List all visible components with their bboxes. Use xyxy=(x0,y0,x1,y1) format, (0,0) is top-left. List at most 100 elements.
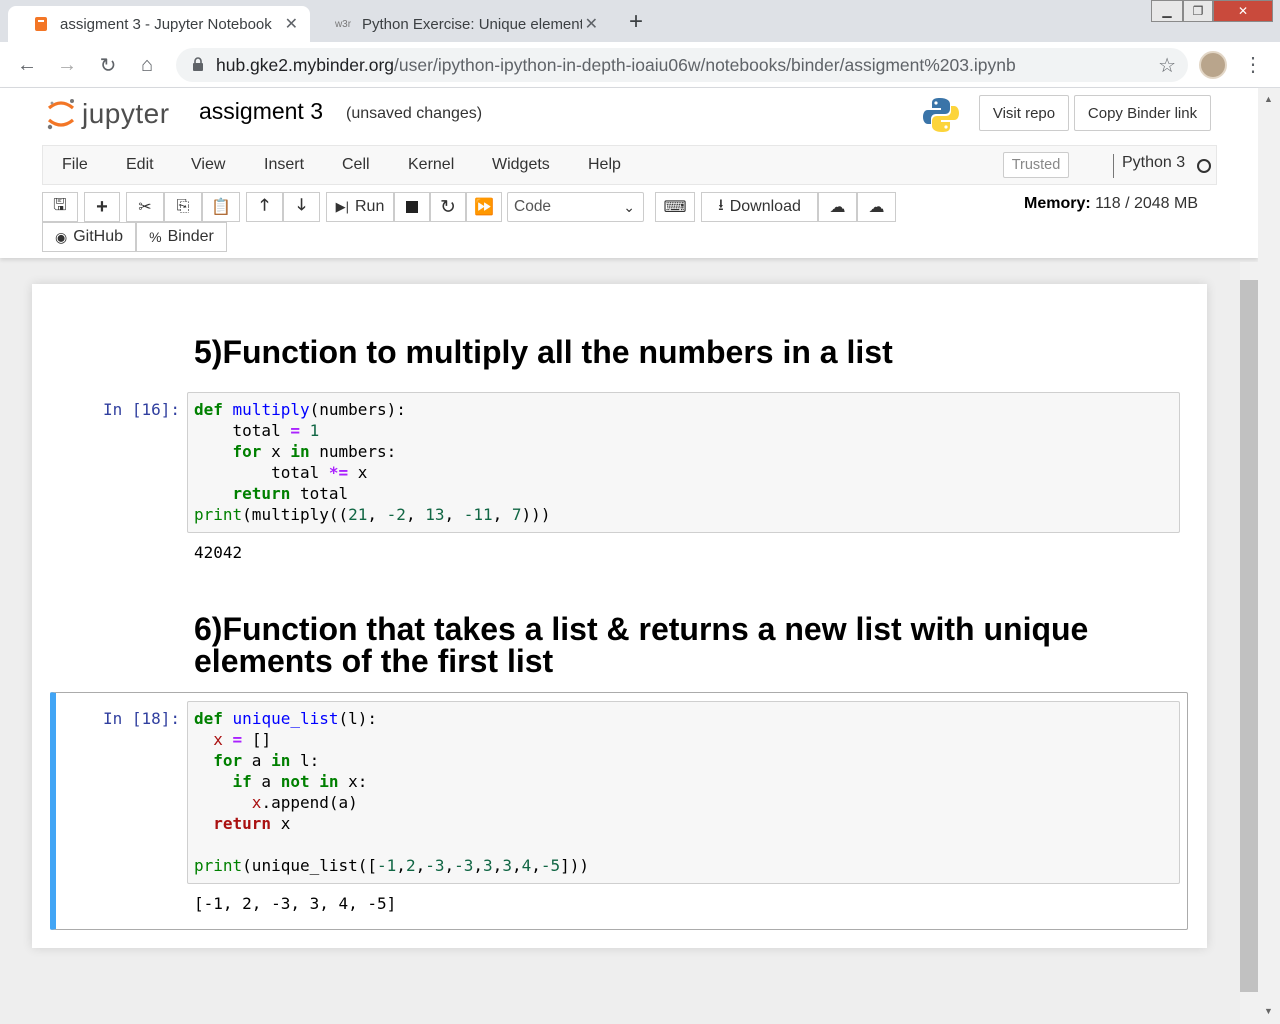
heading-line: elements of the first list xyxy=(194,643,554,679)
cloud-download-icon: ☁ xyxy=(829,199,846,216)
logo-text: jupyter xyxy=(82,98,170,129)
window-scrollbar[interactable]: ▲ ▼ xyxy=(1258,88,1280,1024)
tab-title: assigment 3 - Jupyter Notebook xyxy=(60,15,272,33)
download-icon: ⭳ xyxy=(718,196,724,214)
github-button[interactable]: ◉ GitHub xyxy=(42,222,136,252)
url-host: hub.gke2.mybinder.org xyxy=(216,54,395,75)
forward-icon[interactable]: → xyxy=(54,52,80,78)
code-text: def multiply(numbers): total = 1 for x i… xyxy=(194,400,551,524)
menu-view[interactable]: View xyxy=(191,156,225,174)
jupyter-logo-icon xyxy=(46,96,76,132)
tab-w3resource[interactable]: w3r Python Exercise: Unique element ✕ xyxy=(310,6,610,42)
binder-button[interactable]: % Binder xyxy=(136,222,227,252)
w3r-favicon-icon: w3r xyxy=(334,18,352,30)
tab-jupyter[interactable]: assigment 3 - Jupyter Notebook ✕ xyxy=(8,6,310,42)
move-down-button[interactable]: 🡓 xyxy=(283,192,320,222)
menu-cell[interactable]: Cell xyxy=(342,156,370,174)
input-prompt: In [18]: xyxy=(103,709,181,728)
menubar: File Edit View Insert Cell Kernel Widget… xyxy=(42,145,1217,185)
step-forward-icon: ▶︎| xyxy=(335,199,349,214)
minimize-button[interactable]: ▁ xyxy=(1151,0,1183,22)
lock-icon xyxy=(193,57,203,71)
save-icon: 🖫 xyxy=(53,196,67,214)
scissors-icon: ✂ xyxy=(138,199,152,216)
url-path: /user/ipython-ipython-in-depth-ioaiu06w/… xyxy=(394,54,1016,75)
code-input[interactable]: def unique_list(l): x = [] for a in l: i… xyxy=(187,701,1180,884)
tab-title: Python Exercise: Unique element xyxy=(362,15,582,33)
profile-avatar[interactable] xyxy=(1199,51,1227,79)
cut-button[interactable]: ✂ xyxy=(126,192,164,222)
menu-widgets[interactable]: Widgets xyxy=(492,156,550,174)
kernel-name[interactable]: Python 3 xyxy=(1113,154,1185,178)
stop-icon xyxy=(406,201,418,213)
arrow-up-icon: 🡑 xyxy=(260,196,269,214)
copy-icon: ⎘ xyxy=(176,198,190,215)
restart-icon: ↻ xyxy=(440,196,456,218)
copy-button[interactable]: ⎘ xyxy=(164,192,202,222)
arrow-down-icon: 🡓 xyxy=(297,196,306,214)
trusted-indicator[interactable]: Trusted xyxy=(1003,152,1069,178)
command-palette-button[interactable]: ⌨ xyxy=(655,192,695,222)
memory-label: Memory: xyxy=(1024,195,1091,212)
cell-type-value: Code xyxy=(514,198,552,215)
close-icon[interactable]: ✕ xyxy=(285,14,298,34)
browser-tabstrip: assigment 3 - Jupyter Notebook ✕ w3r Pyt… xyxy=(0,0,1280,42)
input-prompt: In [16]: xyxy=(103,400,181,419)
address-bar: ← → ↻ ⌂ hub.gke2.mybinder.org/user/ipyth… xyxy=(0,42,1280,88)
bookmark-star-icon[interactable]: ☆ xyxy=(1158,53,1176,78)
cell-type-select[interactable]: Code ⌄ xyxy=(507,192,644,222)
github-label: GitHub xyxy=(73,228,123,245)
paste-icon: 📋 xyxy=(211,199,231,216)
download-label: Download xyxy=(729,198,801,215)
link-icon: % xyxy=(149,229,162,245)
code-input[interactable]: def multiply(numbers): total = 1 for x i… xyxy=(187,392,1180,533)
close-icon[interactable]: ✕ xyxy=(585,14,598,34)
scroll-down-icon[interactable]: ▼ xyxy=(1264,1006,1273,1016)
menu-file[interactable]: File xyxy=(62,156,88,174)
menu-edit[interactable]: Edit xyxy=(126,156,154,174)
cloud-download-button[interactable]: ☁ xyxy=(818,192,857,222)
menu-kebab-icon[interactable]: ⋮ xyxy=(1243,52,1263,78)
scroll-up-icon[interactable]: ▲ xyxy=(1264,94,1273,104)
markdown-heading[interactable]: 6)Function that takes a list & returns a… xyxy=(194,613,1088,677)
download-button[interactable]: ⭳ Download xyxy=(701,192,818,222)
save-status: (unsaved changes) xyxy=(346,105,483,122)
paste-button[interactable]: 📋 xyxy=(202,192,240,222)
back-icon[interactable]: ← xyxy=(14,52,40,78)
save-button[interactable]: 🖫 xyxy=(42,192,78,222)
cloud-upload-button[interactable]: ☁ xyxy=(857,192,896,222)
run-label: Run xyxy=(355,198,385,215)
heading-line: 6)Function that takes a list & returns a… xyxy=(194,611,1089,647)
run-button[interactable]: ▶︎| Run xyxy=(326,192,394,222)
jupyter-header: jupyter assigment 3 (unsaved changes) Vi… xyxy=(0,88,1258,258)
cloud-upload-icon: ☁ xyxy=(868,199,885,216)
interrupt-button[interactable] xyxy=(394,192,430,222)
visit-repo-button[interactable]: Visit repo xyxy=(979,95,1069,131)
maximize-button[interactable]: ❐ xyxy=(1183,0,1213,22)
notebook-name[interactable]: assigment 3 xyxy=(199,98,323,125)
menu-kernel[interactable]: Kernel xyxy=(408,156,454,174)
python-logo-icon xyxy=(922,96,960,134)
kernel-idle-icon xyxy=(1197,159,1211,173)
jupyter-logo[interactable]: jupyter xyxy=(46,96,170,132)
restart-button[interactable]: ↻ xyxy=(430,192,466,222)
home-icon[interactable]: ⌂ xyxy=(134,52,160,78)
copy-binder-link-button[interactable]: Copy Binder link xyxy=(1074,95,1211,131)
cell-output: 42042 xyxy=(194,543,243,562)
new-tab-button[interactable]: + xyxy=(622,8,650,36)
url-input[interactable]: hub.gke2.mybinder.org/user/ipython-ipyth… xyxy=(176,48,1188,82)
menu-help[interactable]: Help xyxy=(588,156,621,174)
fast-forward-icon: ⏩ xyxy=(474,199,494,216)
close-window-button[interactable]: ✕ xyxy=(1213,0,1273,22)
reload-icon[interactable]: ↻ xyxy=(95,52,121,78)
menu-insert[interactable]: Insert xyxy=(264,156,304,174)
binder-label: Binder xyxy=(167,228,214,245)
notebook-scrollbar-thumb[interactable] xyxy=(1240,280,1258,992)
memory-indicator: Memory: 118 / 2048 MB xyxy=(1024,195,1198,213)
plus-icon: + xyxy=(96,195,108,218)
restart-run-all-button[interactable]: ⏩ xyxy=(466,192,502,222)
markdown-heading[interactable]: 5)Function to multiply all the numbers i… xyxy=(194,336,893,368)
insert-cell-button[interactable]: + xyxy=(84,192,120,222)
move-up-button[interactable]: 🡑 xyxy=(246,192,283,222)
code-text: def unique_list(l): x = [] for a in l: i… xyxy=(194,709,590,875)
